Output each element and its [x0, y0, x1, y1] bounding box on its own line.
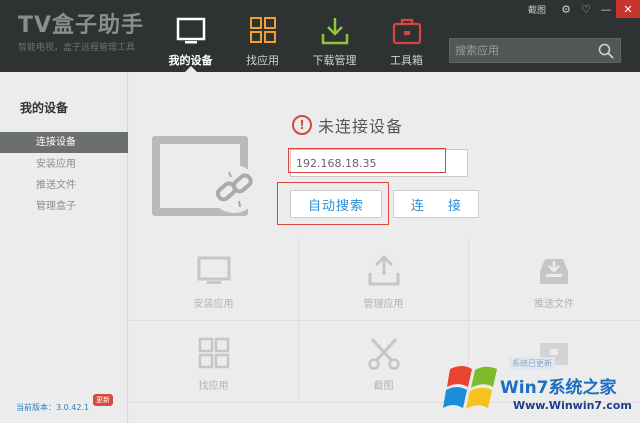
- update-badge[interactable]: 更新: [93, 394, 113, 406]
- nav-toolbox[interactable]: 工具箱: [369, 0, 444, 72]
- sidebar-item-push-file[interactable]: 推送文件: [0, 175, 128, 196]
- grid-icon: [249, 17, 276, 43]
- ip-address-box: [290, 149, 468, 177]
- close-icon[interactable]: ✕: [616, 0, 640, 18]
- sidebar: 我的设备 连接设备 安装应用 推送文件 管理盒子 更新 当前版本：3.0.42.…: [0, 72, 128, 423]
- settings-gear-icon[interactable]: ⚙: [556, 0, 576, 18]
- search-icon[interactable]: [598, 43, 614, 59]
- grid-icon: [198, 337, 229, 369]
- app-title: TV盒子助手: [18, 13, 145, 38]
- app-logo: TV盒子助手 智能电视，盒子远程管理工具: [18, 13, 145, 54]
- tile-label: 推送文件: [534, 299, 574, 310]
- app-subtitle: 智能电视，盒子远程管理工具: [18, 43, 136, 53]
- sidebar-title: 我的设备: [20, 101, 69, 115]
- top-bar: TV盒子助手 智能电视，盒子远程管理工具 截图 ⚙ ♡ — ✕ 我的设备 找应用…: [0, 0, 640, 73]
- tile-label: 管理应用: [363, 299, 404, 310]
- nav-find-apps[interactable]: 找应用: [225, 0, 300, 72]
- tile-label: 截图: [373, 381, 394, 392]
- window-controls: 截图 ⚙ ♡ — ✕: [528, 0, 640, 18]
- nav-label: 找应用: [246, 54, 279, 67]
- warning-icon: !: [292, 115, 312, 135]
- tile-install-app[interactable]: 安装应用: [129, 239, 299, 321]
- monitor-icon: [176, 17, 205, 44]
- upload-icon: [368, 254, 399, 286]
- version-label: 当前版本：3.0.42.1: [16, 403, 90, 412]
- tile-push-file[interactable]: 推送文件: [469, 239, 639, 321]
- watermark-tag: 系统已更新: [509, 357, 555, 370]
- watermark-brand: Win7系统之家: [500, 378, 617, 398]
- tile-find-apps[interactable]: 找应用: [129, 321, 299, 403]
- download-icon: [321, 18, 348, 45]
- nav-label: 工具箱: [390, 54, 423, 67]
- connection-status: ! 未连接设备: [292, 113, 403, 137]
- sidebar-item-install-app[interactable]: 安装应用: [0, 154, 128, 175]
- main-panel: ! 未连接设备 自动搜索 连 接 安装应用 管理应用: [129, 72, 640, 423]
- tile-manage-apps[interactable]: 管理应用: [299, 239, 469, 321]
- minimize-icon[interactable]: —: [596, 0, 616, 18]
- tile-label: 找应用: [198, 381, 229, 392]
- nav-my-devices[interactable]: 我的设备: [153, 0, 228, 72]
- inbox-icon: [540, 259, 568, 284]
- ip-address-input[interactable]: [291, 150, 467, 176]
- connect-button[interactable]: 连 接: [393, 190, 479, 218]
- watermark-url: Www.Winwin7.com: [513, 399, 632, 412]
- search-box: [449, 38, 621, 63]
- broken-link-icon: [210, 165, 258, 213]
- sidebar-item-connect-device[interactable]: 连接设备: [0, 132, 128, 153]
- screenshot-button[interactable]: 截图: [528, 3, 546, 16]
- search-input[interactable]: [450, 39, 590, 62]
- auto-search-button[interactable]: 自动搜索: [290, 190, 382, 218]
- install-app-icon: [197, 256, 230, 284]
- tile-label: 安装应用: [193, 299, 234, 310]
- toolbox-icon: [392, 18, 421, 45]
- feedback-icon[interactable]: ♡: [576, 0, 596, 18]
- nav-label: 下载管理: [312, 54, 357, 67]
- sidebar-item-manage-box[interactable]: 管理盒子: [0, 196, 128, 217]
- scissors-icon: [367, 337, 400, 370]
- nav-downloads[interactable]: 下载管理: [297, 0, 372, 72]
- status-text: 未连接设备: [318, 117, 404, 136]
